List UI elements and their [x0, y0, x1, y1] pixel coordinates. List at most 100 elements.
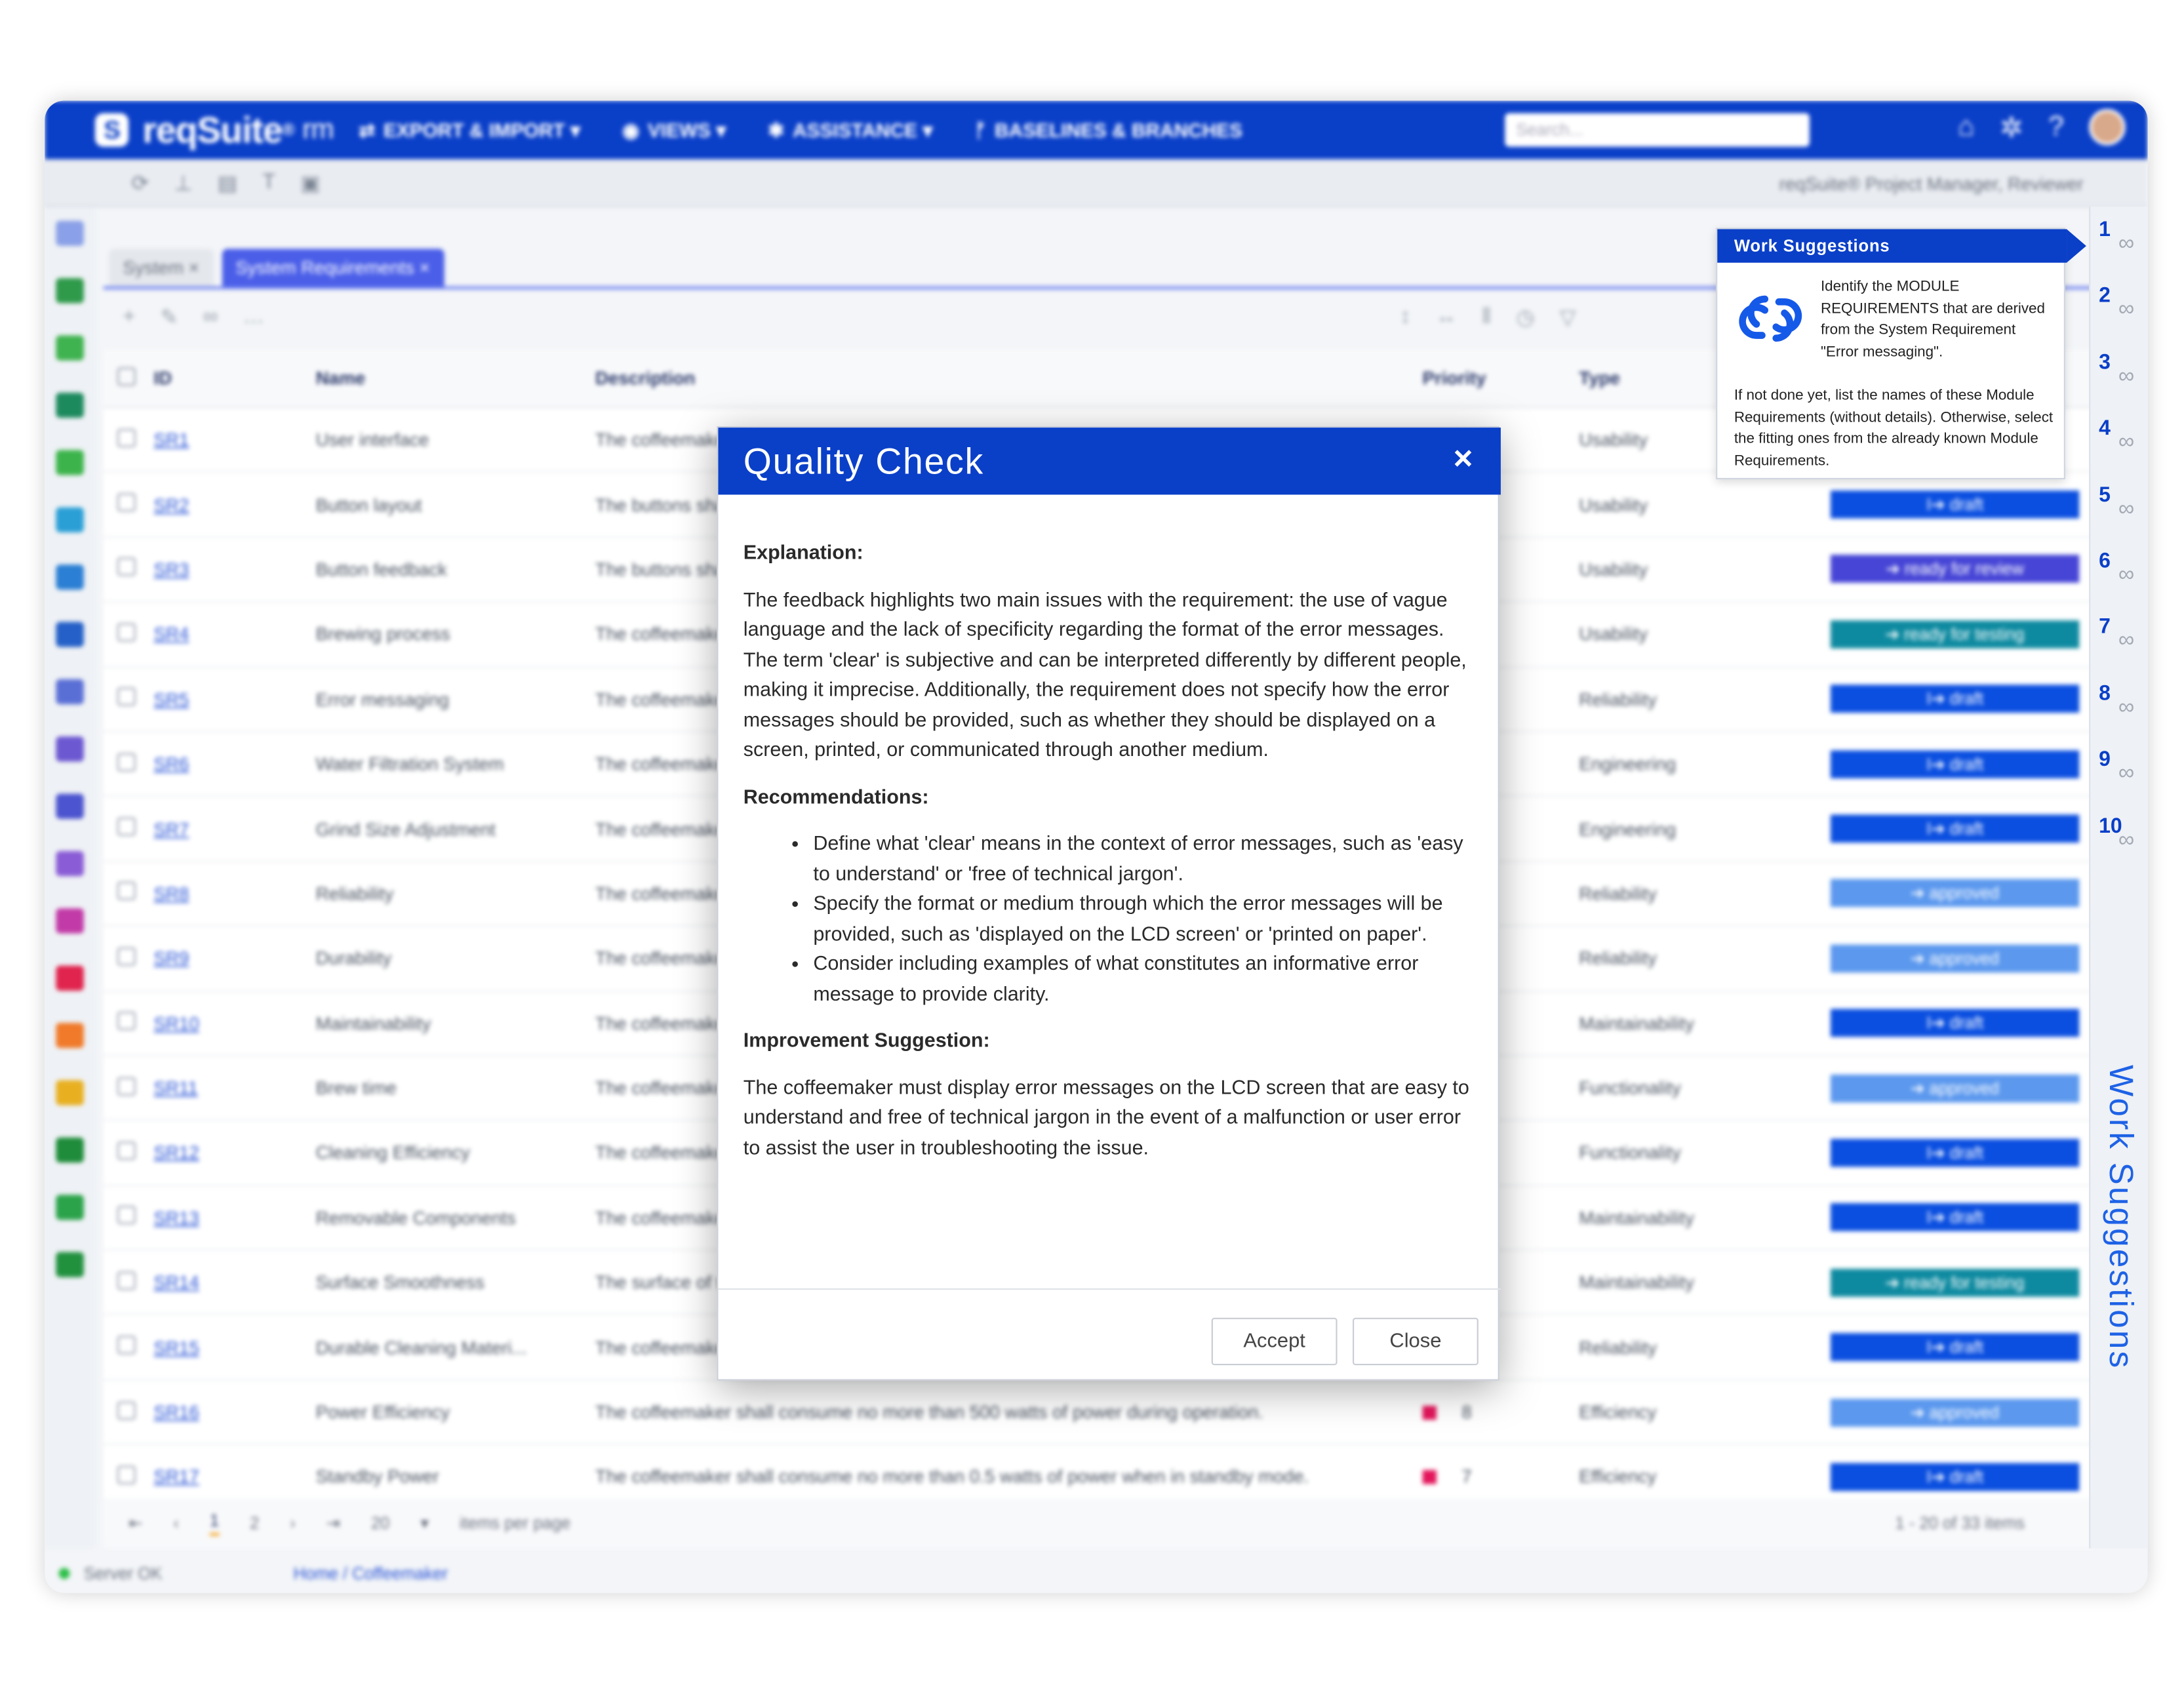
requirement-id-link[interactable]: SR10 [153, 1012, 315, 1033]
home-icon[interactable]: ⌂ [1958, 111, 1975, 143]
status-badge[interactable]: I➔ draft [1830, 749, 2080, 778]
page-1[interactable]: 1 [209, 1511, 220, 1536]
work-suggestion-number[interactable]: 4 [2099, 416, 2111, 440]
requirement-id-link[interactable]: SR17 [153, 1467, 315, 1488]
row-checkbox[interactable] [104, 1401, 154, 1423]
requirement-id-link[interactable]: SR3 [153, 559, 315, 580]
requirement-id-link[interactable]: SR15 [153, 1337, 315, 1358]
row-checkbox[interactable] [104, 1012, 154, 1034]
row-checkbox[interactable] [104, 947, 154, 970]
row-checkbox[interactable] [104, 688, 154, 710]
last-page-icon[interactable]: ⇥ [327, 1513, 340, 1533]
add-icon[interactable]: + [123, 305, 136, 330]
hierarchy-icon[interactable]: ⊥ [174, 170, 193, 195]
sidebar-icon[interactable] [56, 392, 84, 418]
work-suggestion-number[interactable]: 1 [2099, 218, 2111, 241]
link-icon[interactable]: ∞ [2118, 365, 2134, 389]
link-icon[interactable]: ∞ [2118, 762, 2134, 787]
sidebar-icon[interactable] [56, 850, 84, 877]
sidebar-icon[interactable] [56, 335, 84, 361]
work-suggestion-number[interactable]: 5 [2099, 483, 2111, 507]
search-input[interactable]: Search... [1505, 113, 1810, 147]
sidebar-icon[interactable] [56, 450, 84, 475]
requirement-id-link[interactable]: SR13 [153, 1207, 315, 1228]
avatar[interactable] [2089, 109, 2126, 146]
sidebar-icon[interactable] [56, 278, 84, 304]
status-badge[interactable]: I➔ draft [1830, 685, 2080, 713]
columns-icon[interactable]: ⦀ [1482, 305, 1491, 330]
sidebar-icon[interactable] [56, 565, 84, 590]
database-icon[interactable]: ▤ [218, 170, 237, 195]
status-badge[interactable]: I➔ draft [1830, 1463, 2080, 1491]
requirement-id-link[interactable]: SR8 [153, 883, 315, 904]
document-icon[interactable]: ▣ [300, 170, 320, 195]
row-checkbox[interactable] [104, 558, 154, 580]
sidebar-icon[interactable] [56, 908, 84, 934]
tab-1[interactable]: System Requirements × [221, 249, 444, 287]
sidebar-icon[interactable] [56, 622, 84, 647]
link-icon[interactable]: ∞ [2118, 629, 2134, 654]
next-page-icon[interactable]: › [290, 1513, 296, 1533]
close-icon[interactable]: × [1453, 440, 1473, 479]
expand-icon[interactable]: ↔ [1436, 305, 1457, 330]
status-badge[interactable]: ➔ approved [1830, 1074, 2080, 1102]
more-icon[interactable]: … [243, 305, 264, 330]
row-checkbox[interactable] [104, 1465, 154, 1488]
requirement-id-link[interactable]: SR5 [153, 688, 315, 709]
work-suggestion-number[interactable]: 3 [2099, 350, 2111, 374]
status-badge[interactable]: I➔ draft [1830, 814, 2080, 843]
link-icon[interactable]: ∞ [2118, 232, 2134, 257]
menu-item-0[interactable]: ⇄ EXPORT & IMPORT ▾ [359, 118, 580, 142]
row-checkbox[interactable] [104, 493, 154, 515]
row-checkbox[interactable] [104, 1336, 154, 1359]
page-2[interactable]: 2 [250, 1513, 259, 1533]
filter-icon[interactable]: ▽ [1560, 305, 1576, 330]
requirement-id-link[interactable]: SR16 [153, 1402, 315, 1423]
link-icon[interactable]: ∞ [2118, 497, 2134, 522]
status-badge[interactable]: I➔ draft [1830, 1333, 2080, 1362]
menu-item-1[interactable]: ◉ VIEWS ▾ [622, 118, 726, 142]
status-badge[interactable]: I➔ draft [1830, 1203, 2080, 1232]
page-size-select[interactable]: 20 [371, 1513, 389, 1533]
menu-item-3[interactable]: ᚠ BASELINES & BRANCHES [974, 118, 1242, 142]
requirement-id-link[interactable]: SR12 [153, 1142, 315, 1163]
settings-icon[interactable]: ✲ [2000, 109, 2023, 144]
accept-button[interactable]: Accept [1211, 1317, 1338, 1366]
work-suggestion-number[interactable]: 7 [2099, 616, 2111, 639]
requirement-id-link[interactable]: SR6 [153, 753, 315, 774]
link-icon[interactable]: ∞ [2118, 431, 2134, 456]
sidebar-icon[interactable] [56, 1080, 84, 1105]
work-suggestion-number[interactable]: 8 [2099, 682, 2111, 706]
sidebar-icon[interactable] [56, 965, 84, 991]
link-icon[interactable]: ∞ [2118, 298, 2134, 323]
status-badge[interactable]: ➔ approved [1830, 944, 2080, 972]
column-header-description[interactable]: Description [595, 368, 1423, 389]
row-checkbox[interactable] [104, 623, 154, 645]
row-checkbox[interactable] [104, 1142, 154, 1164]
status-badge[interactable]: ➔ approved [1830, 1398, 2080, 1426]
table-row[interactable]: SR16 Power Efficiency The coffeemaker shal… [103, 1380, 2095, 1446]
link-icon[interactable]: ∞ [2118, 563, 2134, 588]
status-badge[interactable]: ➔ ready for testing [1830, 1268, 2080, 1297]
status-badge[interactable]: I➔ draft [1830, 490, 2080, 519]
column-header-id[interactable]: ID [153, 368, 315, 389]
requirement-id-link[interactable]: SR14 [153, 1272, 315, 1293]
sidebar-icon[interactable] [56, 1023, 84, 1048]
link-icon[interactable]: ∞ [2118, 696, 2134, 721]
requirement-id-link[interactable]: SR7 [153, 818, 315, 839]
clock-icon[interactable]: ◷ [1517, 305, 1535, 330]
close-button[interactable]: Close [1353, 1317, 1479, 1366]
work-suggestion-number[interactable]: 9 [2099, 748, 2111, 772]
work-suggestion-number[interactable]: 6 [2099, 549, 2111, 573]
text-icon[interactable]: T [262, 170, 275, 195]
requirement-id-link[interactable]: SR1 [153, 429, 315, 450]
status-badge[interactable]: I➔ draft [1830, 1138, 2080, 1167]
sort-icon[interactable]: ↕ [1400, 305, 1410, 330]
sidebar-icon[interactable] [56, 736, 84, 762]
row-checkbox[interactable] [104, 882, 154, 905]
work-suggestion-number[interactable]: 2 [2099, 284, 2111, 308]
row-checkbox[interactable] [104, 1077, 154, 1099]
sidebar-icon[interactable] [56, 793, 84, 819]
sidebar-icon[interactable] [56, 679, 84, 705]
requirement-id-link[interactable]: SR11 [153, 1077, 315, 1098]
